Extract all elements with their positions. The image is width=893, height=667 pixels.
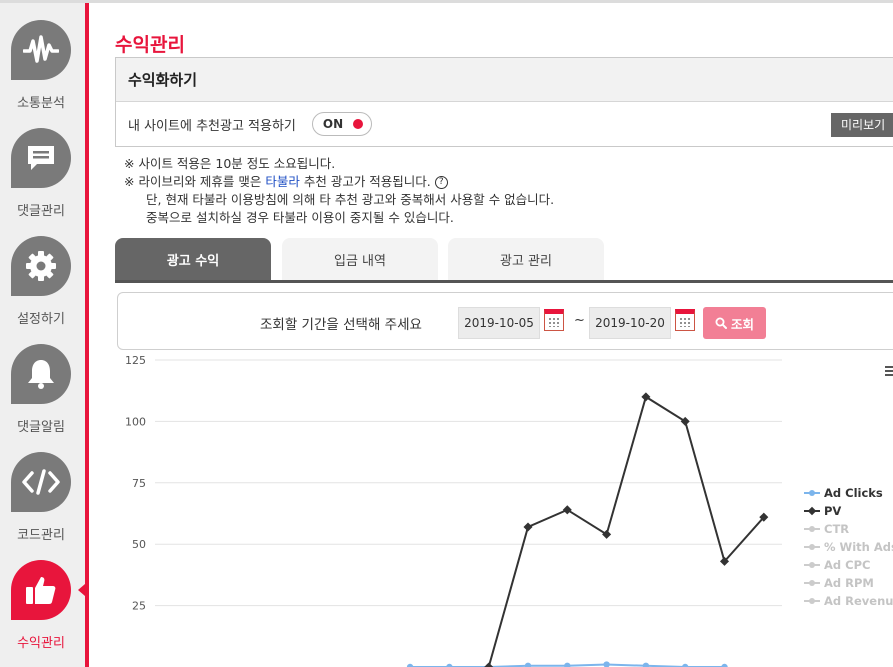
notice-line: 중복으로 설치하실 경우 타불라 이용이 중지될 수 있습니다. xyxy=(146,210,454,225)
legend-marker xyxy=(809,598,815,604)
chart-menu-icon[interactable] xyxy=(885,366,893,378)
toggle-indicator xyxy=(352,119,363,129)
speech-bubble-icon xyxy=(11,128,71,188)
sidebar-active-divider xyxy=(85,3,89,667)
y-tick-label: 100 xyxy=(125,415,146,428)
bell-icon xyxy=(11,344,71,404)
sidebar-item-comment-alerts[interactable]: 댓글알림 xyxy=(0,332,85,440)
data-point xyxy=(564,662,571,667)
preview-button[interactable]: 미리보기 xyxy=(831,113,893,137)
data-point xyxy=(759,512,769,522)
y-tick-label: 125 xyxy=(125,354,146,367)
tab-underline xyxy=(115,280,893,283)
legend-item-label: PV xyxy=(824,504,841,518)
data-point xyxy=(524,662,532,667)
monetize-card-heading: 수익화하기 xyxy=(116,58,893,102)
data-point xyxy=(523,522,533,532)
sidebar-item-comment-management[interactable]: 댓글관리 xyxy=(0,116,85,224)
active-indicator-arrow xyxy=(78,584,85,596)
search-button-label: 조회 xyxy=(730,316,754,332)
sidebar-item-label: 댓글알림 xyxy=(17,420,65,435)
sidebar-item-label: 소통분석 xyxy=(17,96,65,111)
toggle-label: ON xyxy=(322,117,344,131)
series-line xyxy=(487,395,765,667)
tab-ad-management[interactable]: 광고 관리 xyxy=(448,238,604,280)
tab-deposit-history[interactable]: 입금 내역 xyxy=(282,238,438,280)
notice-text: ※ 라이브리와 제휴를 맺은 xyxy=(124,174,266,189)
date-separator: ~ xyxy=(574,313,585,328)
legend-marker xyxy=(807,506,817,516)
y-tick-label: 50 xyxy=(132,538,146,551)
monetize-card: 수익화하기 내 사이트에 추천광고 적용하기 ON 미리보기 xyxy=(115,57,893,147)
search-button[interactable]: 조회 xyxy=(703,307,766,339)
calendar-icon[interactable] xyxy=(675,309,695,331)
magnifier-icon xyxy=(715,317,727,329)
legend-marker xyxy=(809,490,815,496)
calendar-icon[interactable] xyxy=(544,309,564,331)
thumbs-up-icon xyxy=(11,560,71,620)
data-point xyxy=(602,529,612,539)
monetize-row: 내 사이트에 추천광고 적용하기 ON xyxy=(116,102,893,146)
recommended-ads-toggle[interactable]: ON xyxy=(311,112,372,136)
data-point xyxy=(562,505,572,515)
legend-item-label: CTR xyxy=(824,522,849,536)
data-point xyxy=(484,662,494,667)
data-point xyxy=(642,662,650,667)
legend-item-label: Ad Clicks xyxy=(824,486,883,500)
sidebar-item-code-management[interactable]: 코드관리 xyxy=(0,440,85,548)
gear-icon xyxy=(11,236,71,296)
legend-marker xyxy=(809,580,815,586)
data-point xyxy=(641,392,651,402)
sidebar-item-label: 댓글관리 xyxy=(17,204,65,219)
sidebar-item-settings[interactable]: 설정하기 xyxy=(0,224,85,332)
sidebar-item-communication-analysis[interactable]: 소통분석 xyxy=(0,8,85,116)
legend-marker xyxy=(809,562,815,568)
legend-marker xyxy=(809,526,815,532)
taboola-link[interactable]: 타불라 xyxy=(265,174,300,189)
legend-item-label: % With Ads xyxy=(824,540,893,554)
y-tick-label: 75 xyxy=(132,477,146,490)
legend-item-label: Ad Revenue xyxy=(824,594,893,608)
legend-marker xyxy=(809,544,815,550)
legend-item-label: Ad CPC xyxy=(824,558,870,572)
y-tick-label: 25 xyxy=(132,600,146,613)
sidebar-item-label: 설정하기 xyxy=(17,312,65,327)
legend-item-label: Ad RPM xyxy=(824,576,874,590)
sidebar-item-label: 코드관리 xyxy=(17,528,65,543)
notice-text: 추천 광고가 적용됩니다. xyxy=(299,174,431,189)
help-icon[interactable]: ? xyxy=(434,176,448,189)
notice-block: ※ 사이트 적용은 10분 정도 소요됩니다. ※ 라이브리와 제휴를 맺은 타… xyxy=(124,155,554,227)
tab-ad-revenue[interactable]: 광고 수익 xyxy=(115,238,271,280)
start-date-input[interactable]: 2019-10-05 xyxy=(458,307,540,339)
end-date-input[interactable]: 2019-10-20 xyxy=(589,307,671,339)
top-border xyxy=(0,0,893,3)
code-icon xyxy=(11,452,71,512)
monetize-row-label: 내 사이트에 추천광고 적용하기 xyxy=(128,118,296,134)
page-title: 수익관리 xyxy=(115,34,185,56)
data-point xyxy=(680,416,690,426)
date-filter-bar: 조회할 기간을 선택해 주세요 2019-10-05 ~ 2019-10-20 … xyxy=(117,292,893,350)
sidebar-item-revenue-management[interactable]: 수익관리 xyxy=(0,548,85,656)
sidebar-item-label: 수익관리 xyxy=(17,636,65,651)
waveform-icon xyxy=(11,20,71,80)
notice-line: ※ 사이트 적용은 10분 정도 소요됩니다. xyxy=(124,156,336,171)
sidebar: 소통분석 댓글관리 설정하기 댓글알림 코드관리 수익관리 xyxy=(0,3,85,667)
notice-line: ※ 라이브리와 제휴를 맺은 타불라 추천 광고가 적용됩니다.? xyxy=(124,173,554,191)
filter-label: 조회할 기간을 선택해 주세요 xyxy=(260,317,422,333)
data-point xyxy=(603,661,610,667)
data-point xyxy=(719,556,730,566)
notice-line: 단, 현재 타불라 이용방침에 의해 타 추천 광고와 중복해서 사용할 수 없… xyxy=(146,192,555,207)
